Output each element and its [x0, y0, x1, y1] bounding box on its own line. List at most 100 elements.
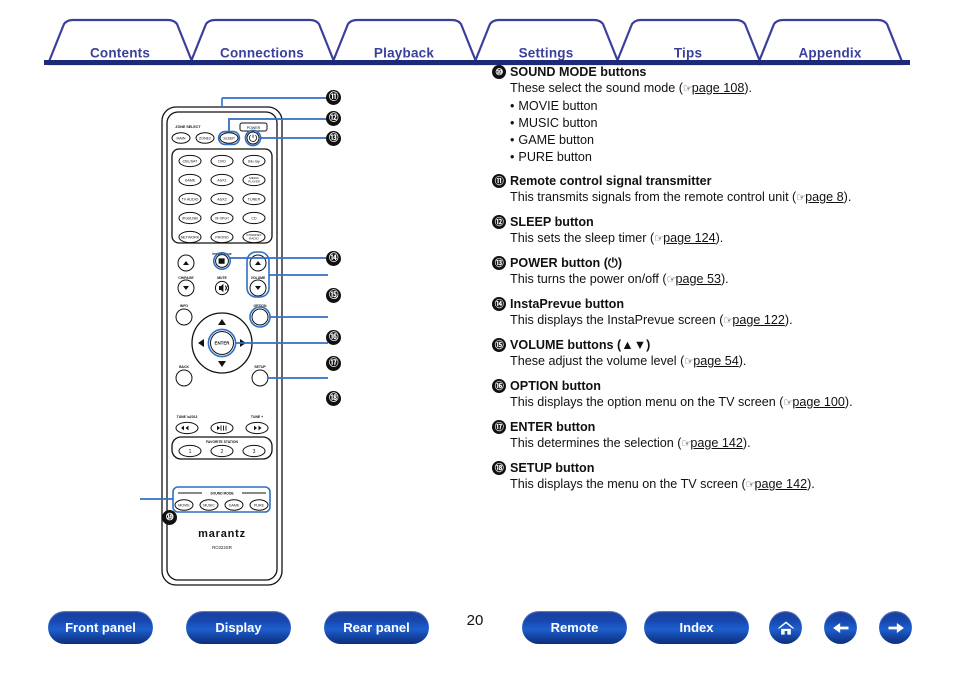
svg-text:PURE: PURE	[254, 503, 265, 507]
page-link[interactable]: page 100	[792, 395, 845, 409]
desc-body-tail: ).	[742, 436, 751, 450]
desc-title: SETUP button	[510, 461, 595, 475]
desc-body-tail: ).	[738, 354, 747, 368]
svg-text:RADIO: RADIO	[249, 237, 259, 241]
svg-text:AUX2: AUX2	[217, 197, 226, 201]
page-reference[interactable]: ☞page 124	[654, 231, 715, 245]
svg-text:MAIN: MAIN	[177, 136, 186, 140]
svg-text:SETUP: SETUP	[254, 365, 266, 369]
pointing-hand-icon: ☞	[654, 233, 664, 245]
nav-display-button[interactable]: Display	[186, 611, 291, 644]
desc-item-instaprevue: ⑭ InstaPrevue button This displays the I…	[492, 296, 942, 330]
svg-text:PHONO: PHONO	[215, 235, 228, 239]
callout-badge-18: ⑱	[326, 391, 341, 406]
page-reference[interactable]: ☞page 122	[724, 313, 785, 327]
svg-text:INFO: INFO	[180, 304, 188, 308]
page-reference[interactable]: ☞page 142	[746, 477, 807, 491]
desc-body-tail: ).	[843, 190, 852, 204]
page-link[interactable]: page 142	[755, 477, 808, 491]
desc-item-sleep: ⑫ SLEEP button This sets the sleep timer…	[492, 214, 942, 248]
page-reference[interactable]: ☞page 100	[783, 395, 844, 409]
tab-tips[interactable]: Tips	[674, 46, 702, 61]
nav-index-button[interactable]: Index	[644, 611, 749, 644]
desc-body-tail: ).	[715, 231, 724, 245]
desc-body-tail: ).	[807, 477, 815, 491]
desc-badge-10: ⑩	[492, 65, 506, 79]
page-link[interactable]: page 124	[663, 231, 716, 245]
desc-item-option: ⑯ OPTION button This displays the option…	[492, 378, 942, 412]
desc-body: This displays the InstaPrevue screen (☞p…	[510, 312, 942, 330]
page-link[interactable]: page 142	[690, 436, 743, 450]
desc-badge-18: ⑱	[492, 461, 506, 475]
page-link[interactable]: page 108	[692, 81, 745, 95]
page-link[interactable]: page 54	[693, 354, 739, 368]
desc-title: ENTER button	[510, 420, 596, 434]
svg-text:NETWORK: NETWORK	[181, 235, 200, 239]
pointing-hand-icon: ☞	[682, 83, 693, 95]
page-link[interactable]: page 53	[675, 272, 721, 286]
svg-text:SOUND MODE: SOUND MODE	[210, 492, 234, 496]
page-reference[interactable]: ☞page 8	[796, 190, 843, 204]
desc-body-text: This sets the sleep timer (	[510, 231, 655, 245]
desc-title: POWER button (⏻)	[510, 256, 623, 270]
svg-text:VOLUME: VOLUME	[251, 276, 266, 280]
tab-contents[interactable]: Contents	[90, 46, 150, 61]
svg-text:GAME: GAME	[185, 178, 196, 182]
page-link[interactable]: page 122	[732, 313, 785, 327]
desc-heading: ⑮ VOLUME buttons (▲▼)	[492, 337, 942, 353]
nav-front-panel-button[interactable]: Front panel	[48, 611, 153, 644]
desc-body-text: This displays the option menu on the TV …	[510, 395, 784, 409]
tab-appendix[interactable]: Appendix	[798, 46, 861, 61]
desc-item-power: ⑬ POWER button (⏻) This turns the power …	[492, 255, 942, 289]
svg-text:PLAYER: PLAYER	[248, 180, 260, 184]
svg-text:iPod/USB: iPod/USB	[182, 216, 198, 220]
bullet-pure: PURE button	[510, 149, 942, 166]
svg-text:ENTER: ENTER	[215, 341, 231, 346]
page-reference[interactable]: ☞page 54	[684, 354, 738, 368]
tab-settings[interactable]: Settings	[519, 46, 574, 61]
page-reference[interactable]: ☞page 53	[667, 272, 721, 286]
svg-text:CD: CD	[251, 216, 257, 220]
tab-playback[interactable]: Playback	[374, 46, 434, 61]
svg-text:CH/PAGE: CH/PAGE	[178, 276, 194, 280]
callout-badge-17: ⑰	[326, 356, 341, 371]
svg-text:marantz: marantz	[198, 528, 246, 540]
page-reference[interactable]: ☞page 108	[683, 81, 744, 95]
nav-home-button[interactable]	[769, 611, 802, 644]
desc-heading: ⑩ SOUND MODE buttons	[492, 64, 942, 80]
pointing-hand-icon: ☞	[684, 356, 694, 368]
svg-text:GAME: GAME	[229, 503, 240, 507]
svg-text:M-XPort: M-XPort	[215, 216, 228, 220]
pointing-hand-icon: ☞	[745, 479, 756, 491]
svg-text:CBL/SAT: CBL/SAT	[183, 159, 199, 163]
back-arrow-icon	[832, 622, 848, 633]
nav-back-button[interactable]	[824, 611, 857, 644]
desc-heading: ⑱ SETUP button	[492, 460, 942, 476]
desc-title: VOLUME buttons (▲▼)	[510, 338, 651, 352]
desc-badge-14: ⑭	[492, 297, 506, 311]
desc-badge-17: ⑰	[492, 420, 506, 434]
callout-badge-13: ⑬	[326, 131, 341, 146]
nav-rear-panel-button[interactable]: Rear panel	[324, 611, 429, 644]
desc-title: Remote control signal transmitter	[510, 174, 712, 188]
svg-text:BACK: BACK	[179, 365, 189, 369]
nav-forward-button[interactable]	[879, 611, 912, 644]
svg-text:Blu-ray: Blu-ray	[248, 159, 260, 163]
desc-heading: ⑬ POWER button (⏻)	[492, 255, 942, 271]
bullet-music: MUSIC button	[510, 115, 942, 132]
page-link[interactable]: page 8	[805, 190, 844, 204]
svg-text:TUNE \u2013: TUNE \u2013	[177, 415, 198, 419]
desc-badge-12: ⑫	[492, 215, 506, 229]
desc-badge-16: ⑯	[492, 379, 506, 393]
desc-item-setup: ⑱ SETUP button This displays the menu on…	[492, 460, 942, 494]
desc-body-tail: ).	[844, 395, 853, 409]
svg-text:ZONE SELECT: ZONE SELECT	[175, 125, 201, 129]
nav-remote-button[interactable]: Remote	[522, 611, 627, 644]
desc-body-text: These select the sound mode (	[510, 81, 683, 95]
svg-text:SLEEP: SLEEP	[223, 136, 235, 140]
desc-body: This displays the menu on the TV screen …	[510, 476, 942, 494]
desc-item-enter: ⑰ ENTER button This determines the selec…	[492, 419, 942, 453]
desc-title: InstaPrevue button	[510, 297, 625, 311]
page-reference[interactable]: ☞page 142	[682, 436, 743, 450]
tab-connections[interactable]: Connections	[220, 46, 304, 61]
